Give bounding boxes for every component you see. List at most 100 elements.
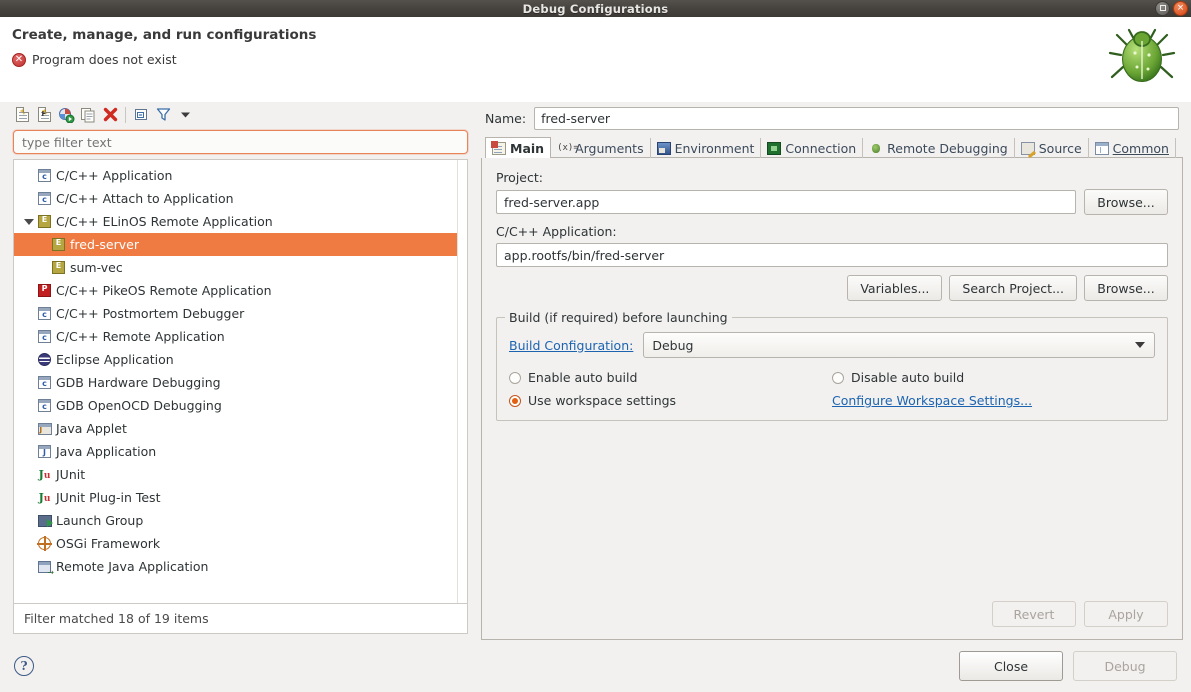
new-launch-group-icon[interactable] — [56, 105, 76, 125]
c-app-icon: c — [38, 330, 51, 343]
tree-item-label: GDB OpenOCD Debugging — [56, 398, 222, 413]
project-label: Project: — [496, 170, 543, 185]
search-box[interactable] — [13, 130, 468, 154]
tree-item[interactable]: Esum-vec — [14, 256, 467, 279]
delete-icon[interactable] — [100, 105, 120, 125]
c-app-icon: c — [38, 192, 51, 205]
search-input[interactable] — [20, 133, 461, 151]
close-window-button[interactable]: × — [1173, 1, 1188, 16]
radio-disable-auto-build[interactable]: Disable auto build — [832, 370, 1155, 385]
application-label: C/C++ Application: — [496, 224, 617, 239]
close-icon: × — [1176, 3, 1185, 13]
build-options: Enable auto build Disable auto build Use… — [509, 370, 1155, 408]
tree-item[interactable]: Ju JUnit Plug-in Test — [14, 486, 467, 509]
revert-apply-row: Revert Apply — [496, 591, 1168, 627]
tree-item[interactable]: Launch Group — [14, 509, 467, 532]
tree-item[interactable]: c C/C++ Attach to Application — [14, 187, 467, 210]
tree-item-label: C/C++ Application — [56, 168, 173, 183]
java-applet-icon: J — [37, 422, 52, 435]
build-configuration-row: Build Configuration: Debug — [509, 332, 1155, 358]
tab-source[interactable]: Source — [1015, 138, 1089, 158]
help-icon[interactable]: ? — [14, 656, 34, 676]
close-button[interactable]: Close — [959, 651, 1063, 681]
build-configuration-select[interactable]: Debug — [643, 332, 1155, 358]
application-input[interactable]: app.rootfs/bin/fred-server — [496, 243, 1168, 267]
build-group-title: Build (if required) before launching — [505, 310, 732, 325]
c-app-icon: c — [38, 376, 51, 389]
new-prototype-icon[interactable]: P ✦ — [34, 105, 54, 125]
tree-item[interactable]: J Java Applet — [14, 417, 467, 440]
tree-item-label: GDB Hardware Debugging — [56, 375, 221, 390]
application-row: app.rootfs/bin/fred-server — [496, 243, 1168, 267]
tab-main[interactable]: Main — [485, 137, 552, 158]
name-row: Name: fred-server — [481, 102, 1183, 137]
tree-item-label: C/C++ Remote Application — [56, 329, 225, 344]
tree-item[interactable]: c C/C++ Application — [14, 164, 467, 187]
radio-use-workspace-settings[interactable]: Use workspace settings — [509, 393, 832, 408]
tab-label: Environment — [674, 140, 755, 156]
title-bar: Debug Configurations × — [0, 0, 1191, 17]
duplicate-icon[interactable] — [78, 105, 98, 125]
configuration-tabs[interactable]: Main (x)= Arguments Environment Connection Re… — [481, 137, 1183, 158]
name-input[interactable]: fred-server — [534, 107, 1179, 130]
tree-item[interactable]: E C/C++ ELinOS Remote Application — [14, 210, 467, 233]
launch-group-icon — [37, 514, 53, 527]
tree-item[interactable]: Eclipse Application — [14, 348, 467, 371]
tree-item[interactable]: J Java Application — [14, 440, 467, 463]
radio-enable-auto-build[interactable]: Enable auto build — [509, 370, 832, 385]
tab-arguments[interactable]: (x)= Arguments — [551, 138, 651, 158]
tree-item-label: Remote Java Application — [56, 559, 209, 574]
new-configuration-icon[interactable]: ✦ — [12, 105, 32, 125]
filter-status: Filter matched 18 of 19 items — [13, 604, 468, 634]
pikeos-icon: P — [38, 284, 51, 297]
tree-item[interactable]: OSGi Framework — [14, 532, 467, 555]
c-app-icon: c — [38, 169, 51, 182]
expand-arrow-icon[interactable] — [22, 218, 36, 225]
apply-button[interactable]: Apply — [1084, 601, 1168, 627]
tree-item[interactable]: c C/C++ Remote Application — [14, 325, 467, 348]
configuration-editor-pane: Name: fred-server Main (x)= Arguments Envir… — [473, 102, 1183, 640]
tree-item[interactable]: Ju JUnit — [14, 463, 467, 486]
tree-item[interactable]: c GDB Hardware Debugging — [14, 371, 467, 394]
c-app-icon: c — [38, 399, 51, 412]
tree-item-label: Eclipse Application — [56, 352, 174, 367]
search-project-button[interactable]: Search Project... — [949, 275, 1077, 301]
variables-button[interactable]: Variables... — [847, 275, 943, 301]
collapse-all-icon[interactable] — [131, 105, 151, 125]
elinos-icon: E — [38, 215, 51, 228]
tree-item-label: C/C++ Attach to Application — [56, 191, 234, 206]
tree-item[interactable]: c C/C++ Postmortem Debugger — [14, 302, 467, 325]
tab-label: Common — [1112, 140, 1169, 156]
configure-workspace-row: Configure Workspace Settings... — [832, 393, 1155, 408]
application-browse-button[interactable]: Browse... — [1084, 275, 1168, 301]
build-configuration-link[interactable]: Build Configuration: — [509, 338, 633, 353]
main-tab-panel: Project: fred-server.app Browse... C/C++… — [481, 158, 1183, 640]
configurations-tree[interactable]: c C/C++ Application c C/C++ Attach to Appli… — [14, 160, 467, 603]
eclipse-icon — [38, 353, 51, 366]
tree-item-label: C/C++ ELinOS Remote Application — [56, 214, 273, 229]
tree-item[interactable]: Efred-server — [14, 233, 467, 256]
debug-button[interactable]: Debug — [1073, 651, 1177, 681]
revert-button[interactable]: Revert — [992, 601, 1076, 627]
configure-workspace-settings-link[interactable]: Configure Workspace Settings... — [832, 393, 1032, 408]
chevron-down-icon — [1135, 342, 1145, 348]
tree-item-label: Launch Group — [56, 513, 144, 528]
filter-icon[interactable] — [153, 105, 173, 125]
junit-icon: Ju — [38, 467, 51, 481]
tab-connection[interactable]: Connection — [761, 138, 864, 158]
dialog-body: ✦ P ✦ type filter text c C/C++ Applicati… — [0, 102, 1191, 640]
tree-item[interactable]: Remote Java Application — [14, 555, 467, 578]
tab-common[interactable]: Common — [1089, 138, 1176, 158]
application-buttons: Variables... Search Project... Browse... — [496, 275, 1168, 301]
view-menu-icon[interactable] — [175, 105, 195, 125]
tree-scrollbar[interactable] — [457, 160, 467, 603]
radio-dot-selected — [509, 394, 521, 407]
tree-item[interactable]: c GDB OpenOCD Debugging — [14, 394, 467, 417]
tab-environment[interactable]: Environment — [651, 138, 762, 158]
tree-item[interactable]: P C/C++ PikeOS Remote Application — [14, 279, 467, 302]
project-input[interactable]: fred-server.app — [496, 190, 1076, 214]
project-browse-button[interactable]: Browse... — [1084, 189, 1168, 215]
osgi-icon — [37, 536, 52, 551]
restore-button[interactable] — [1155, 1, 1170, 16]
tab-remote-debugging[interactable]: Remote Debugging — [863, 138, 1015, 158]
